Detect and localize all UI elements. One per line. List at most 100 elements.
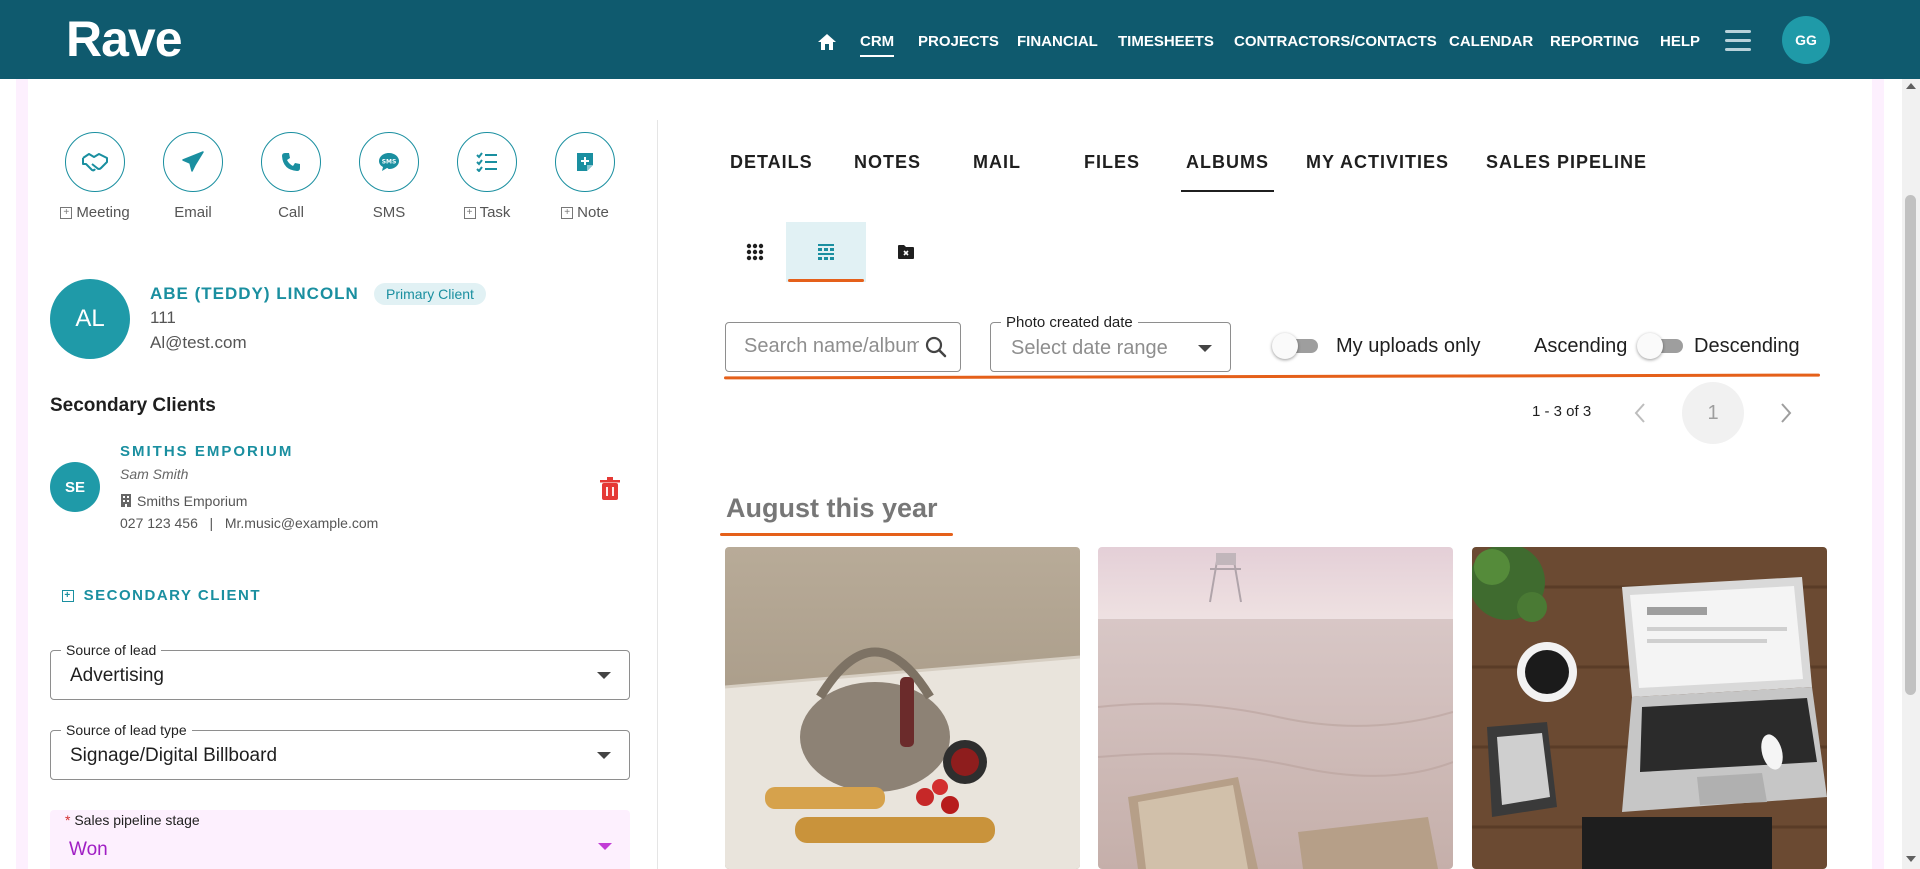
panel-divider bbox=[657, 120, 658, 869]
primary-client-avatar: AL bbox=[50, 279, 130, 359]
photo-thumbnail-picnic[interactable] bbox=[725, 547, 1080, 869]
tab-notes[interactable]: NOTES bbox=[854, 152, 921, 173]
nav-calendar[interactable]: CALENDAR bbox=[1449, 33, 1533, 50]
building-icon bbox=[121, 494, 131, 507]
rave-logo[interactable]: Rave bbox=[66, 10, 183, 68]
scroll-down-arrow-icon[interactable] bbox=[1906, 856, 1916, 862]
svg-text:SMS: SMS bbox=[382, 159, 397, 166]
plus-square-icon: + bbox=[60, 207, 73, 220]
add-secondary-client-label: SECONDARY CLIENT bbox=[83, 587, 262, 604]
dropdown-caret-icon bbox=[1198, 345, 1212, 352]
tab-files[interactable]: FILES bbox=[1084, 152, 1140, 173]
primary-client-badge: Primary Client bbox=[374, 283, 486, 305]
search-icon[interactable] bbox=[925, 336, 947, 358]
my-uploads-label: My uploads only bbox=[1336, 335, 1481, 357]
phone-icon bbox=[282, 153, 300, 171]
photo-thumbnail-beach[interactable] bbox=[1098, 547, 1453, 869]
user-avatar[interactable]: GG bbox=[1782, 16, 1830, 64]
page-frame-right bbox=[1872, 79, 1884, 869]
nav-timesheets[interactable]: TIMESHEETS bbox=[1118, 33, 1214, 50]
email-action-button[interactable]: Email bbox=[143, 132, 243, 221]
home-icon[interactable] bbox=[817, 33, 837, 51]
contact-separator: | bbox=[209, 515, 214, 531]
secondary-client-person: Sam Smith bbox=[120, 466, 189, 482]
source-of-lead-label: Source of lead bbox=[61, 642, 162, 658]
secondary-client-phone: 027 123 456 bbox=[120, 515, 198, 531]
nav-reporting[interactable]: REPORTING bbox=[1550, 33, 1639, 50]
handshake-icon bbox=[82, 153, 108, 172]
plus-square-icon: + bbox=[561, 207, 574, 220]
highlight-underline bbox=[723, 373, 1821, 380]
task-label: Task bbox=[479, 204, 511, 221]
tab-mail[interactable]: MAIL bbox=[973, 152, 1021, 173]
album-search-field[interactable] bbox=[725, 322, 961, 372]
paper-plane-icon bbox=[182, 151, 204, 172]
secondary-client-email[interactable]: Mr.music@example.com bbox=[225, 515, 378, 531]
note-label: Note bbox=[577, 204, 609, 221]
source-of-lead-select[interactable]: Source of lead Advertising bbox=[50, 642, 630, 700]
sort-order-toggle[interactable] bbox=[1637, 333, 1687, 359]
tab-my-activities[interactable]: MY ACTIVITIES bbox=[1306, 152, 1449, 173]
nav-crm[interactable]: CRM bbox=[860, 33, 895, 57]
trash-icon[interactable] bbox=[599, 477, 621, 501]
secondary-client-avatar: SE bbox=[50, 462, 100, 512]
photo-date-range-select[interactable]: Photo created date Select date range bbox=[990, 314, 1231, 372]
timeline-view-button[interactable] bbox=[786, 222, 866, 282]
call-action-button[interactable]: Call bbox=[241, 132, 341, 221]
client-email[interactable]: Al@test.com bbox=[150, 333, 247, 353]
nav-projects[interactable]: PROJECTS bbox=[918, 33, 999, 50]
sms-label: SMS bbox=[372, 204, 406, 221]
grid-view-button[interactable] bbox=[715, 222, 795, 282]
ascending-label: Ascending bbox=[1534, 335, 1628, 357]
nav-contractors-contacts[interactable]: CONTRACTORS/CONTACTS bbox=[1234, 33, 1437, 50]
checklist-icon bbox=[476, 152, 497, 172]
task-action-button[interactable]: + Task bbox=[437, 132, 537, 221]
source-of-lead-type-value: Signage/Digital Billboard bbox=[70, 745, 278, 766]
my-uploads-toggle[interactable] bbox=[1272, 333, 1322, 359]
tab-details[interactable]: DETAILS bbox=[730, 152, 813, 173]
date-range-placeholder: Select date range bbox=[1011, 337, 1168, 359]
descending-label: Descending bbox=[1694, 335, 1800, 357]
note-action-button[interactable]: + Note bbox=[535, 132, 635, 221]
tab-sales-pipeline[interactable]: SALES PIPELINE bbox=[1486, 152, 1647, 173]
meeting-action-button[interactable]: + Meeting bbox=[45, 132, 145, 221]
email-label: Email bbox=[174, 204, 212, 221]
secondary-client-contact: 027 123 456 | Mr.music@example.com bbox=[120, 515, 378, 531]
plus-square-icon: + bbox=[62, 590, 74, 603]
page-number-button[interactable]: 1 bbox=[1682, 382, 1744, 444]
primary-client-name[interactable]: ABE (TEDDY) LINCOLN bbox=[150, 284, 359, 304]
nav-financial[interactable]: FINANCIAL bbox=[1017, 33, 1098, 50]
grid-icon bbox=[746, 243, 764, 261]
call-label: Call bbox=[278, 204, 304, 221]
scroll-up-arrow-icon[interactable] bbox=[1906, 83, 1916, 89]
chevron-left-icon[interactable] bbox=[1630, 401, 1650, 425]
secondary-client-name[interactable]: SMITHS EMPORIUM bbox=[120, 443, 293, 460]
page-frame-left bbox=[16, 79, 28, 869]
chevron-right-icon[interactable] bbox=[1776, 401, 1796, 425]
tab-albums[interactable]: ALBUMS bbox=[1181, 152, 1274, 192]
sales-pipeline-stage-select[interactable]: * Sales pipeline stage Won bbox=[50, 810, 630, 869]
nav-help[interactable]: HELP bbox=[1660, 33, 1700, 50]
sms-action-button[interactable]: SMS SMS bbox=[339, 132, 439, 221]
sales-pipeline-stage-value: Won bbox=[69, 839, 108, 860]
source-of-lead-value: Advertising bbox=[70, 665, 164, 686]
dropdown-caret-icon bbox=[597, 672, 611, 679]
secondary-client-company: Smiths Emporium bbox=[120, 493, 247, 509]
sales-pipeline-stage-label: * Sales pipeline stage bbox=[60, 812, 205, 828]
folder-view-button[interactable] bbox=[866, 222, 946, 282]
album-title-underline bbox=[720, 533, 953, 536]
client-code: 111 bbox=[150, 308, 176, 327]
pagination-info: 1 - 3 of 3 bbox=[1532, 403, 1592, 420]
hamburger-menu-icon[interactable] bbox=[1725, 30, 1751, 52]
note-plus-icon bbox=[577, 153, 593, 171]
photo-created-date-label: Photo created date bbox=[1001, 314, 1138, 331]
source-of-lead-type-select[interactable]: Source of lead type Signage/Digital Bill… bbox=[50, 722, 630, 780]
folder-remove-icon bbox=[898, 245, 914, 259]
album-search-input[interactable] bbox=[744, 335, 919, 358]
source-of-lead-type-label: Source of lead type bbox=[61, 722, 192, 738]
dropdown-caret-icon bbox=[597, 752, 611, 759]
add-secondary-client-button[interactable]: + SECONDARY CLIENT bbox=[62, 587, 261, 604]
photo-thumbnail-laptop-desk[interactable] bbox=[1472, 547, 1827, 869]
scrollbar-thumb[interactable] bbox=[1905, 195, 1916, 695]
album-group-title: August this year bbox=[726, 493, 938, 523]
